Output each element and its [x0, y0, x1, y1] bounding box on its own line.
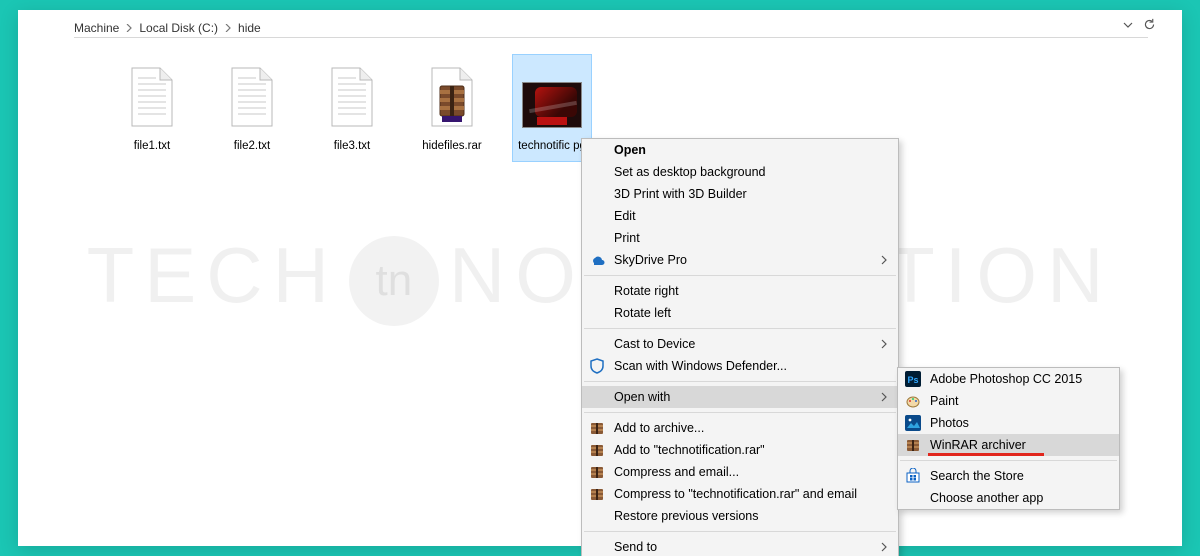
menu-add-to-named-rar[interactable]: Add to "technotification.rar" [582, 439, 898, 461]
menu-rotate-left[interactable]: Rotate left [582, 302, 898, 324]
menu-skydrive-pro[interactable]: SkyDrive Pro [582, 249, 898, 271]
breadcrumb-node[interactable]: Local Disk (C:) [139, 21, 218, 35]
menu-separator [900, 460, 1117, 461]
winrar-icon [588, 463, 606, 481]
file-item[interactable]: file2.txt [212, 54, 292, 162]
photoshop-icon: Ps [904, 370, 922, 388]
paint-icon [904, 392, 922, 410]
file-grid: file1.txt file2.txt [112, 54, 592, 162]
winrar-icon [588, 419, 606, 437]
menu-3d-print[interactable]: 3D Print with 3D Builder [582, 183, 898, 205]
file-item-selected[interactable]: technotific pg [512, 54, 592, 162]
svg-text:Ps: Ps [907, 375, 918, 385]
menu-separator [584, 275, 896, 276]
menu-separator [584, 531, 896, 532]
menu-restore-previous-versions[interactable]: Restore previous versions [582, 505, 898, 527]
photos-icon [904, 414, 922, 432]
address-underline [74, 37, 1148, 38]
menu-compress-named-and-email[interactable]: Compress to "technotification.rar" and e… [582, 483, 898, 505]
chevron-right-icon [880, 542, 888, 552]
text-file-icon [122, 61, 182, 133]
menu-print[interactable]: Print [582, 227, 898, 249]
annotation-underline [928, 453, 1044, 456]
submenu-photoshop[interactable]: Ps Adobe Photoshop CC 2015 [898, 368, 1119, 390]
shield-icon [588, 357, 606, 375]
chevron-right-icon [880, 255, 888, 265]
menu-cast-to-device[interactable]: Cast to Device [582, 333, 898, 355]
context-menu: Open Set as desktop background 3D Print … [581, 138, 899, 556]
menu-add-to-archive[interactable]: Add to archive... [582, 417, 898, 439]
store-icon [904, 467, 922, 485]
file-label: technotific pg [518, 139, 586, 153]
menu-scan-defender[interactable]: Scan with Windows Defender... [582, 355, 898, 377]
openwith-submenu: Ps Adobe Photoshop CC 2015 Paint Photos … [897, 367, 1120, 510]
file-item[interactable]: hidefiles.rar [412, 54, 492, 162]
submenu-winrar[interactable]: WinRAR archiver [898, 434, 1119, 456]
winrar-icon [588, 485, 606, 503]
menu-open-with[interactable]: Open with [582, 386, 898, 408]
file-label: hidefiles.rar [422, 139, 481, 153]
menu-set-desktop-background[interactable]: Set as desktop background [582, 161, 898, 183]
menu-edit[interactable]: Edit [582, 205, 898, 227]
chevron-right-icon [125, 24, 133, 32]
menu-separator [584, 328, 896, 329]
submenu-choose-another-app[interactable]: Choose another app [898, 487, 1119, 509]
chevron-right-icon [224, 24, 232, 32]
text-file-icon [322, 61, 382, 133]
submenu-search-store[interactable]: Search the Store [898, 465, 1119, 487]
file-label: file3.txt [334, 139, 370, 153]
menu-send-to[interactable]: Send to [582, 536, 898, 556]
text-file-icon [222, 61, 282, 133]
winrar-icon [588, 441, 606, 459]
explorer-window: TECHtnNOTIFICATION Machine Local Disk (C… [18, 10, 1182, 546]
menu-separator [584, 412, 896, 413]
menu-rotate-right[interactable]: Rotate right [582, 280, 898, 302]
rar-file-icon [422, 61, 482, 133]
winrar-icon [904, 436, 922, 454]
breadcrumb-node[interactable]: Machine [74, 21, 119, 35]
chevron-right-icon [880, 339, 888, 349]
submenu-photos[interactable]: Photos [898, 412, 1119, 434]
file-label: file1.txt [134, 139, 170, 153]
refresh-icon[interactable] [1143, 18, 1156, 31]
breadcrumb-node[interactable]: hide [238, 21, 261, 35]
image-thumbnail-icon [522, 61, 582, 133]
file-item[interactable]: file3.txt [312, 54, 392, 162]
skydrive-icon [588, 251, 606, 269]
file-item[interactable]: file1.txt [112, 54, 192, 162]
submenu-paint[interactable]: Paint [898, 390, 1119, 412]
menu-open[interactable]: Open [582, 139, 898, 161]
file-label: file2.txt [234, 139, 270, 153]
chevron-down-icon[interactable] [1123, 20, 1133, 30]
breadcrumb[interactable]: Machine Local Disk (C:) hide [74, 18, 1142, 38]
menu-separator [584, 381, 896, 382]
chevron-right-icon [880, 392, 888, 402]
menu-compress-and-email[interactable]: Compress and email... [582, 461, 898, 483]
